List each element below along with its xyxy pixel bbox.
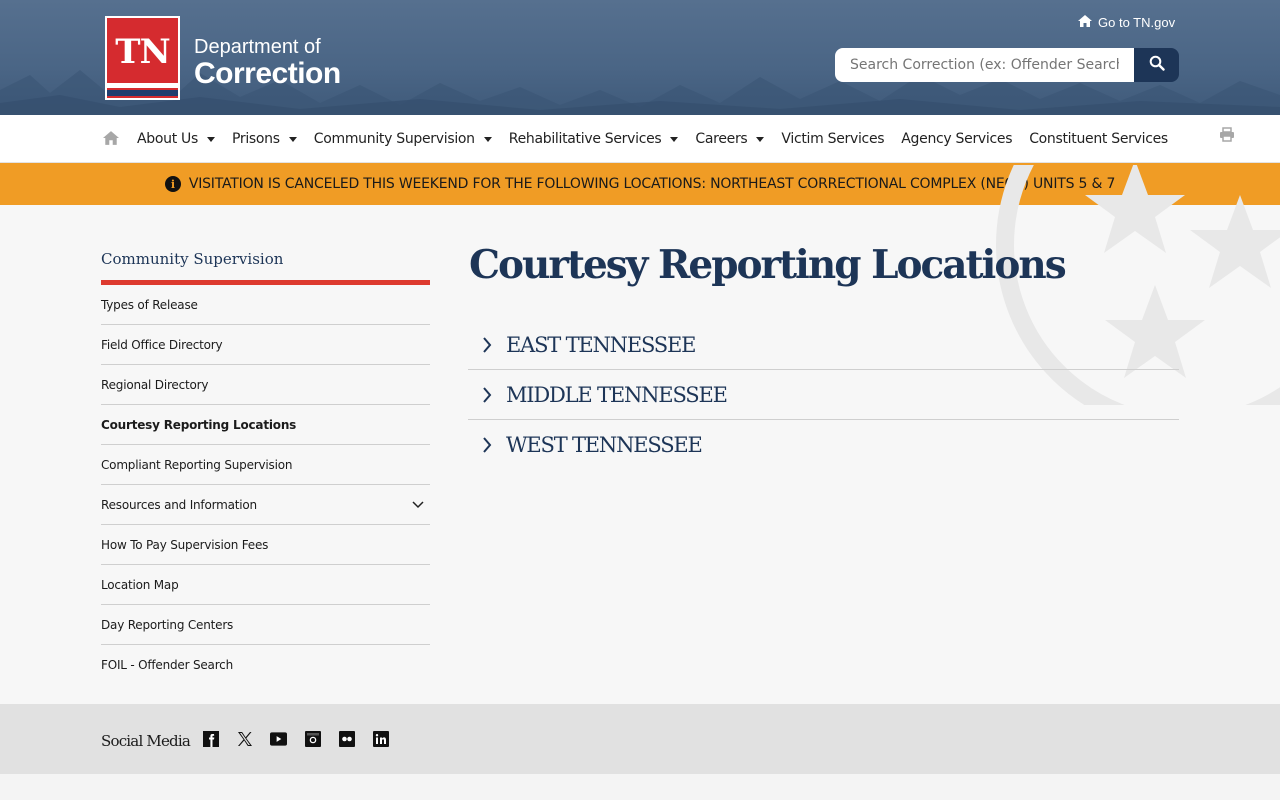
home-icon [1078, 15, 1092, 30]
site-header: TN Department of Correction Go to TN.gov [0, 0, 1280, 115]
nav-item-careers[interactable]: Careers [695, 131, 765, 147]
search-input[interactable] [835, 48, 1134, 82]
nav-item-rehabilitative-services[interactable]: Rehabilitative Services [509, 131, 679, 147]
chevron-down-icon[interactable] [412, 498, 424, 512]
department-logo[interactable]: TN Department of Correction [105, 16, 341, 100]
sidebar-nav: Community Supervision Types of Release F… [101, 240, 430, 685]
caret-down-icon [670, 136, 679, 142]
go-to-tn-link[interactable]: Go to TN.gov [1078, 15, 1175, 30]
search-icon [1149, 55, 1165, 75]
social-media-bar: Social Media [0, 704, 1280, 774]
info-icon: i [164, 176, 181, 192]
flickr-icon[interactable] [338, 730, 355, 747]
sidebar-item-compliant-reporting-supervision[interactable]: Compliant Reporting Supervision [101, 445, 430, 485]
caret-down-icon [483, 136, 492, 142]
caret-down-icon [206, 136, 215, 142]
main-nav: About Us Prisons Community Supervision R… [0, 115, 1280, 163]
sidebar-item-courtesy-reporting-locations[interactable]: Courtesy Reporting Locations [101, 405, 430, 445]
caret-down-icon [756, 136, 765, 142]
accordion-east-tennessee[interactable]: EAST TENNESSEE [468, 320, 1179, 370]
facebook-icon[interactable] [202, 730, 219, 747]
nav-item-community-supervision[interactable]: Community Supervision [314, 131, 492, 147]
sidebar-item-location-map[interactable]: Location Map [101, 565, 430, 605]
sidebar-item-resources-and-information[interactable]: Resources and Information [101, 485, 430, 525]
logo-abbrev: TN [115, 32, 170, 72]
page-title: Courtesy Reporting Locations [469, 242, 1067, 288]
nav-home-icon[interactable] [103, 130, 119, 149]
nav-item-prisons[interactable]: Prisons [232, 131, 297, 147]
sidebar-item-day-reporting-centers[interactable]: Day Reporting Centers [101, 605, 430, 645]
alert-text: VISITATION IS CANCELED THIS WEEKEND FOR … [188, 176, 1116, 192]
chevron-right-icon [468, 386, 506, 403]
go-to-tn-label: Go to TN.gov [1098, 15, 1176, 30]
logo-line1: Department of [194, 36, 321, 58]
social-media-label: Social Media [101, 732, 191, 750]
logo-text: Department of Correction [194, 26, 341, 90]
nav-item-about-us[interactable]: About Us [137, 131, 215, 147]
print-icon[interactable] [1219, 127, 1235, 146]
search-button[interactable] [1134, 48, 1179, 82]
x-twitter-icon[interactable] [236, 730, 253, 747]
tn-logo-mark: TN [105, 16, 180, 100]
sidebar-item-field-office-directory[interactable]: Field Office Directory [101, 325, 430, 365]
sidebar-item-types-of-release[interactable]: Types of Release [101, 285, 430, 325]
chevron-right-icon [468, 437, 506, 453]
nav-item-constituent-services[interactable]: Constituent Services [1029, 131, 1168, 147]
sidebar-title[interactable]: Community Supervision [101, 240, 430, 285]
caret-down-icon [288, 136, 297, 142]
region-accordion: EAST TENNESSEE MIDDLE TENNESSEE WEST TEN… [468, 320, 1179, 470]
accordion-middle-tennessee[interactable]: MIDDLE TENNESSEE [468, 370, 1179, 420]
nav-item-victim-services[interactable]: Victim Services [781, 131, 884, 147]
instagram-icon[interactable] [304, 730, 321, 747]
sidebar-item-foil-offender-search[interactable]: FOIL - Offender Search [101, 645, 430, 685]
linkedin-icon[interactable] [372, 730, 389, 747]
nav-item-agency-services[interactable]: Agency Services [901, 131, 1012, 147]
accordion-west-tennessee[interactable]: WEST TENNESSEE [468, 420, 1179, 470]
search-bar [835, 48, 1179, 82]
sidebar-item-regional-directory[interactable]: Regional Directory [101, 365, 430, 405]
sidebar-item-how-to-pay-supervision-fees[interactable]: How To Pay Supervision Fees [101, 525, 430, 565]
youtube-icon[interactable] [270, 730, 287, 747]
chevron-right-icon [468, 336, 506, 353]
footer [0, 774, 1280, 800]
logo-line2: Correction [194, 57, 341, 90]
